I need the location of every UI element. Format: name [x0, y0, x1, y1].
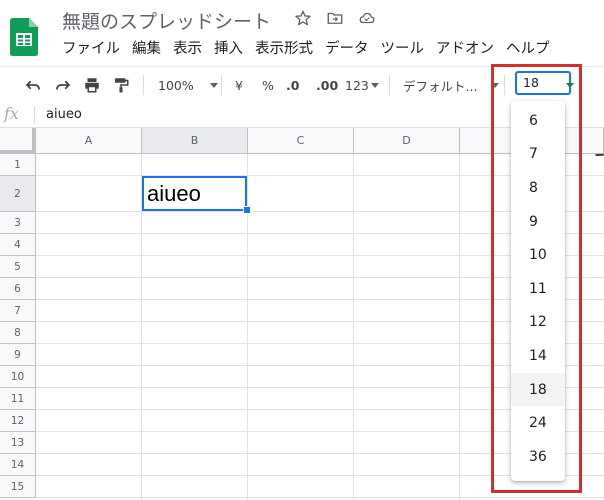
menu-help[interactable]: ヘルプ [506, 37, 550, 58]
column-header-c[interactable]: C [248, 128, 354, 154]
font-size-option-36[interactable]: 36 [511, 440, 565, 474]
font-family-caret-icon [491, 82, 500, 88]
star-icon[interactable] [294, 9, 312, 27]
row-header-11[interactable]: 11 [0, 388, 36, 410]
font-size-option-6[interactable]: 6 [511, 104, 565, 138]
column-header-a[interactable]: A [36, 128, 142, 154]
paint-format-icon[interactable] [112, 67, 130, 103]
number-format-label: 123 [345, 77, 369, 93]
row-header-3[interactable]: 3 [0, 212, 36, 234]
row-header-1[interactable]: 1 [0, 154, 36, 176]
menu-bar: ファイル 編集 表示 挿入 表示形式 データ ツール アドオン ヘルプ [62, 37, 550, 58]
font-size-caret-icon[interactable] [566, 83, 574, 88]
font-family-label: デフォルト... [403, 78, 478, 94]
row-header-5[interactable]: 5 [0, 256, 36, 278]
decrease-decimal-label: .0 [286, 77, 300, 93]
column-header-b[interactable]: B [142, 128, 248, 154]
font-size-option-18[interactable]: 18 [511, 372, 565, 407]
increase-decimal-button[interactable]: .00 [316, 67, 338, 103]
zoom-caret-icon [209, 82, 218, 88]
fill-handle[interactable] [243, 206, 251, 214]
menu-format[interactable]: 表示形式 [255, 37, 313, 58]
percent-format-button[interactable]: % [262, 67, 274, 103]
font-size-input[interactable]: 18 [515, 71, 571, 95]
select-all-corner[interactable] [0, 128, 36, 154]
row-header-12[interactable]: 12 [0, 410, 36, 432]
print-icon[interactable] [83, 67, 101, 103]
row-header-2[interactable]: 2 [0, 176, 36, 212]
font-size-option-7[interactable]: 7 [511, 138, 565, 172]
currency-label: ¥ [235, 77, 243, 93]
cell-b2[interactable]: aiueo [142, 176, 247, 211]
menu-addons[interactable]: アドオン [436, 37, 494, 58]
percent-label: % [262, 77, 274, 93]
document-title[interactable]: 無題のスプレッドシート [62, 7, 271, 34]
font-size-option-8[interactable]: 8 [511, 171, 565, 205]
menu-insert[interactable]: 挿入 [214, 37, 243, 58]
formula-input[interactable]: aiueo [46, 107, 82, 122]
row-header-9[interactable]: 9 [0, 344, 36, 366]
font-size-option-14[interactable]: 14 [511, 339, 565, 373]
row-header-6[interactable]: 6 [0, 278, 36, 300]
font-size-option-11[interactable]: 11 [511, 272, 565, 306]
move-to-folder-icon[interactable] [326, 9, 344, 27]
toolbar: 100% ¥ % .0 .00 123 デフォルト... 18 B [0, 66, 604, 160]
number-format-caret-icon [370, 82, 379, 88]
row-header-4[interactable]: 4 [0, 234, 36, 256]
font-size-dropdown: 6 7 8 9 10 11 12 14 18 24 36 [511, 101, 565, 481]
row-header-7[interactable]: 7 [0, 300, 36, 322]
sheets-logo-icon[interactable] [10, 18, 38, 56]
undo-icon[interactable] [24, 67, 42, 103]
cloud-saved-icon[interactable] [358, 9, 376, 27]
row-header-14[interactable]: 14 [0, 454, 36, 476]
redo-icon[interactable] [54, 67, 72, 103]
font-size-option-9[interactable]: 9 [511, 205, 565, 239]
row-header-8[interactable]: 8 [0, 322, 36, 344]
menu-data[interactable]: データ [325, 37, 369, 58]
number-format-select[interactable]: 123 [345, 67, 379, 103]
decrease-decimal-button[interactable]: .0 [286, 67, 299, 103]
font-family-select[interactable]: デフォルト... [403, 67, 500, 103]
row-header-13[interactable]: 13 [0, 432, 36, 454]
row-header-15[interactable]: 15 [0, 476, 36, 498]
column-header-d[interactable]: D [354, 128, 460, 154]
menu-edit[interactable]: 編集 [132, 37, 161, 58]
menu-file[interactable]: ファイル [62, 37, 120, 58]
menu-view[interactable]: 表示 [173, 37, 202, 58]
increase-decimal-label: .00 [316, 77, 339, 93]
currency-format-button[interactable]: ¥ [235, 67, 243, 103]
menu-tools[interactable]: ツール [381, 37, 425, 58]
font-size-option-10[interactable]: 10 [511, 238, 565, 272]
zoom-value: 100% [158, 77, 194, 93]
font-size-option-24[interactable]: 24 [511, 406, 565, 440]
fx-icon: fx [4, 104, 19, 123]
row-header-10[interactable]: 10 [0, 366, 36, 388]
zoom-select[interactable]: 100% [158, 67, 218, 103]
font-size-option-12[interactable]: 12 [511, 306, 565, 340]
